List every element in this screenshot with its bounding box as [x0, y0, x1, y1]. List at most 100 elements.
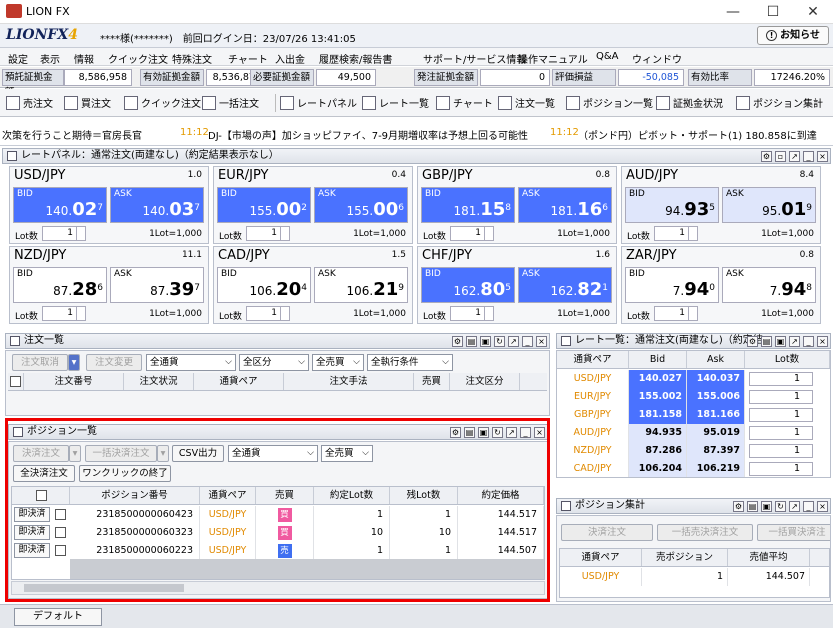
row-checkbox[interactable]: [55, 509, 66, 520]
side-filter[interactable]: 全売買: [312, 354, 364, 371]
menu-item-0[interactable]: 設定: [8, 51, 28, 66]
close-panel-icon[interactable]: ×: [817, 336, 828, 347]
rate-list-bid[interactable]: 140.027: [629, 370, 687, 388]
lot-stepper[interactable]: 1: [749, 372, 813, 386]
rate-list-bid[interactable]: 155.002: [629, 388, 687, 406]
default-layout-tab[interactable]: デフォルト: [14, 608, 102, 626]
summary-bulk-buy-button[interactable]: 一括買決済注: [757, 524, 830, 541]
toolbar-button-4[interactable]: レートパネル: [280, 95, 357, 110]
table-row[interactable]: CAD/JPY 106.204 106.219 1: [557, 460, 830, 477]
menu-item-11[interactable]: ウィンドウ: [632, 51, 682, 66]
ticker-headline-1[interactable]: 次策を行うこと期待＝官房長官: [2, 127, 142, 142]
cancel-dropdown-button[interactable]: ▾: [68, 354, 80, 371]
rate-list-ask[interactable]: 140.037: [687, 370, 745, 388]
type-filter[interactable]: 全区分: [239, 354, 309, 371]
minimize-panel-icon[interactable]: _: [803, 151, 814, 162]
quote-bid-button[interactable]: BID 162.805: [421, 267, 515, 303]
stepper-arrows-icon[interactable]: [76, 227, 86, 240]
quote-bid-button[interactable]: BID 7.940: [625, 267, 719, 303]
lot-stepper[interactable]: 1: [749, 408, 813, 422]
menu-item-1[interactable]: 表示: [40, 51, 60, 66]
rate-list-bid[interactable]: 106.204: [629, 460, 687, 477]
toolbar-button-10[interactable]: ポジション集計: [736, 95, 823, 110]
csv-export-button[interactable]: CSV出力: [172, 445, 224, 462]
copy-icon[interactable]: ▣: [478, 427, 489, 438]
rate-list-bid[interactable]: 87.286: [629, 442, 687, 460]
side-filter[interactable]: 全売買: [321, 445, 373, 462]
close-panel-icon[interactable]: ×: [534, 427, 545, 438]
close-panel-icon[interactable]: ×: [536, 336, 547, 347]
instant-settle-button[interactable]: 即決済: [14, 507, 50, 522]
refresh-icon[interactable]: ↻: [775, 501, 786, 512]
maximize-button[interactable]: ☐: [753, 0, 793, 24]
print-icon[interactable]: ▤: [464, 427, 475, 438]
gear-icon[interactable]: ⚙: [452, 336, 463, 347]
close-button[interactable]: ✕: [793, 0, 833, 24]
ticker-headline-3[interactable]: （ポンド円）ピボット・サポート(1) 180.858に到達: [578, 127, 817, 142]
print-icon[interactable]: ▤: [761, 336, 772, 347]
toolbar-button-3[interactable]: 一括注文: [202, 95, 259, 110]
quote-ask-button[interactable]: ASK 162.821: [518, 267, 612, 303]
quote-ask-button[interactable]: ASK 181.166: [518, 187, 612, 223]
cancel-order-button[interactable]: 注文取消: [12, 354, 68, 371]
stepper-arrows-icon[interactable]: [76, 307, 86, 320]
quote-ask-button[interactable]: ASK 140.037: [110, 187, 204, 223]
currency-filter[interactable]: 全通貨: [228, 445, 318, 462]
select-all-checkbox[interactable]: [10, 376, 21, 387]
minimize-panel-icon[interactable]: _: [803, 336, 814, 347]
stepper-arrows-icon[interactable]: [484, 307, 494, 320]
condition-filter[interactable]: 全執行条件: [367, 354, 453, 371]
popout-icon[interactable]: ↗: [789, 336, 800, 347]
copy-icon[interactable]: ▣: [775, 336, 786, 347]
table-row[interactable]: EUR/JPY 155.002 155.006 1: [557, 388, 830, 406]
rate-list-ask[interactable]: 181.166: [687, 406, 745, 424]
quote-ask-button[interactable]: ASK 155.006: [314, 187, 408, 223]
popout-icon[interactable]: ↗: [506, 427, 517, 438]
rate-list-ask[interactable]: 155.006: [687, 388, 745, 406]
minimize-panel-icon[interactable]: _: [520, 427, 531, 438]
rate-list-bid[interactable]: 94.935: [629, 424, 687, 442]
copy-icon[interactable]: ▣: [480, 336, 491, 347]
menu-item-5[interactable]: チャート: [228, 51, 268, 66]
select-all-checkbox[interactable]: [36, 490, 47, 501]
quote-bid-button[interactable]: BID 181.158: [421, 187, 515, 223]
menu-item-9[interactable]: 操作マニュアル: [518, 51, 588, 66]
refresh-icon[interactable]: ↻: [492, 427, 503, 438]
menu-item-6[interactable]: 入出金: [275, 51, 305, 66]
select-all-checkbox-cell[interactable]: [12, 487, 70, 504]
toolbar-button-8[interactable]: ポジション一覧: [566, 95, 653, 110]
table-row[interactable]: 即決済 2318500000060423 USD/JPY 買 1 1 144.517: [12, 506, 544, 524]
table-row[interactable]: NZD/JPY 87.286 87.397 1: [557, 442, 830, 460]
close-panel-icon[interactable]: ×: [817, 151, 828, 162]
stepper-arrows-icon[interactable]: [484, 227, 494, 240]
quote-bid-button[interactable]: BID 140.027: [13, 187, 107, 223]
toolbar-button-7[interactable]: 注文一覧: [498, 95, 555, 110]
print-icon[interactable]: ▤: [466, 336, 477, 347]
gear-icon[interactable]: ⚙: [747, 336, 758, 347]
rate-list-ask[interactable]: 95.019: [687, 424, 745, 442]
minimize-panel-icon[interactable]: _: [803, 501, 814, 512]
toolbar-button-6[interactable]: チャート: [436, 95, 493, 110]
toolbar-button-9[interactable]: 証拠金状況: [656, 95, 723, 110]
quote-bid-button[interactable]: BID 106.204: [217, 267, 311, 303]
menu-item-3[interactable]: クイック注文: [108, 51, 168, 66]
toolbar-button-2[interactable]: クイック注文: [124, 95, 201, 110]
table-row[interactable]: 即決済 2318500000060223 USD/JPY 売 1 1 144.507: [12, 542, 544, 560]
modify-order-button[interactable]: 注文変更: [86, 354, 142, 371]
close-panel-icon[interactable]: ×: [817, 501, 828, 512]
lot-stepper[interactable]: 1: [749, 444, 813, 458]
quote-ask-button[interactable]: ASK 7.948: [722, 267, 816, 303]
stepper-arrows-icon[interactable]: [280, 227, 290, 240]
quote-ask-button[interactable]: ASK 95.019: [722, 187, 816, 223]
pin-icon[interactable]: ▫: [775, 151, 786, 162]
gear-icon[interactable]: ⚙: [450, 427, 461, 438]
row-checkbox[interactable]: [55, 545, 66, 556]
notice-button[interactable]: ! お知らせ: [757, 26, 829, 45]
rate-list-ask[interactable]: 106.219: [687, 460, 745, 477]
quote-bid-button[interactable]: BID 155.002: [217, 187, 311, 223]
currency-filter[interactable]: 全通貨: [146, 354, 236, 371]
summary-bulk-sell-button[interactable]: 一括売決済注文: [657, 524, 753, 541]
bulk-settle-button[interactable]: 一括決済注文: [85, 445, 157, 462]
rate-list-bid[interactable]: 181.158: [629, 406, 687, 424]
end-oneclick-button[interactable]: ワンクリックの終了: [79, 465, 171, 482]
